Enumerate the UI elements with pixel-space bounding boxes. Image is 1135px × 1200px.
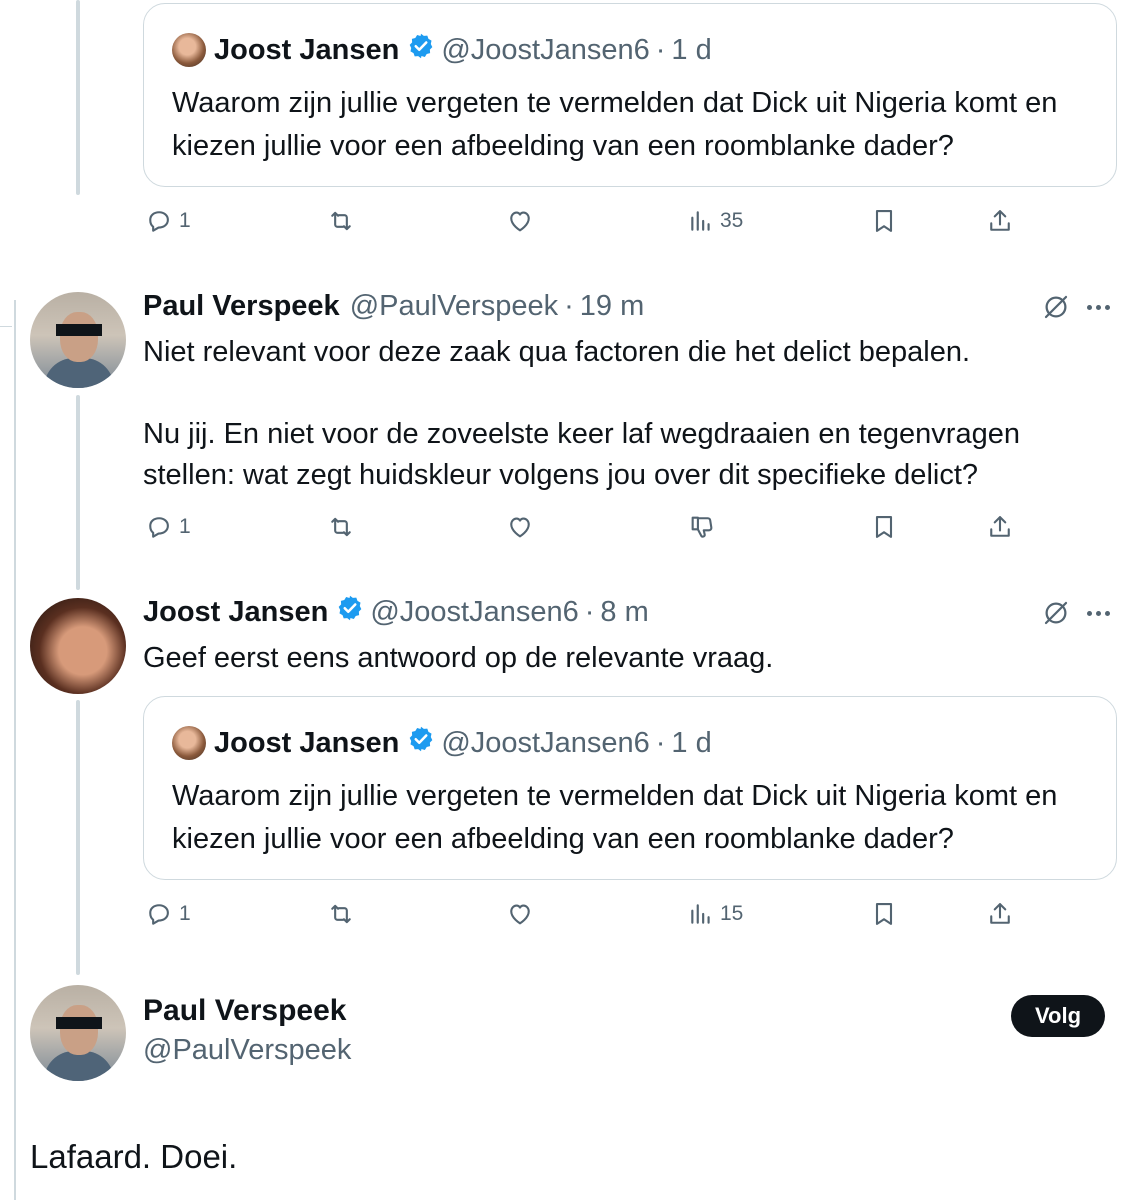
views-count: 35 (720, 209, 744, 232)
avatar[interactable] (30, 292, 126, 388)
tweet-text: Lafaard. Doei. (30, 1138, 238, 1175)
author-name[interactable]: Paul Verspeek (143, 290, 340, 323)
thread-connector (76, 700, 80, 975)
share-icon (990, 903, 1010, 924)
separator: · (584, 595, 595, 628)
quoted-tweet[interactable]: Joost Jansen @JoostJansen6 · 1 d Waarom … (143, 3, 1117, 187)
reply-count: 1 (179, 515, 191, 538)
reply-button[interactable]: 1 (145, 201, 191, 241)
reply-count: 1 (179, 902, 191, 925)
separator: · (655, 726, 666, 759)
bookmark-button[interactable] (870, 201, 898, 241)
author-name[interactable]: Paul Verspeek (143, 994, 346, 1028)
share-button[interactable] (986, 507, 1014, 547)
reply-button[interactable]: 1 (145, 894, 191, 934)
views-icon (691, 904, 710, 924)
verified-badge-icon (336, 594, 364, 630)
bookmark-icon (875, 516, 893, 538)
grok-icon[interactable] (1041, 598, 1071, 628)
author-handle[interactable]: @JoostJansen6 (441, 34, 649, 67)
tweet-actions: 1 (143, 507, 1023, 547)
dislike-icon (691, 516, 713, 538)
like-icon (510, 904, 530, 925)
tweet-header: Joost Jansen @JoostJansen6 · 8 m (143, 591, 649, 633)
verified-badge-icon (407, 32, 435, 68)
quoted-tweet[interactable]: Joost Jansen @JoostJansen6 · 1 d Waarom … (143, 696, 1117, 880)
views-button[interactable]: 15 (688, 894, 743, 934)
views-count: 15 (720, 902, 744, 925)
like-button[interactable] (505, 507, 535, 547)
more-icon[interactable] (1087, 297, 1119, 317)
share-icon (990, 210, 1010, 231)
divider (0, 326, 12, 327)
quoted-tweet-header: Joost Jansen @JoostJansen6 · 1 d (172, 30, 712, 70)
retweet-icon (331, 211, 351, 231)
like-button[interactable] (505, 894, 535, 934)
quoted-tweet-text: Waarom zijn jullie vergeten te vermelden… (172, 780, 1058, 855)
tweet-text: Nu jij. En niet voor de zoveelste keer l… (143, 418, 1020, 491)
tweet-actions: 1 15 (143, 894, 1023, 934)
retweet-button[interactable] (326, 201, 356, 241)
avatar[interactable] (172, 33, 206, 67)
author-handle[interactable]: @PaulVerspeek (143, 1034, 351, 1067)
quoted-tweet-text: Waarom zijn jullie vergeten te vermelden… (172, 87, 1058, 162)
reply-icon (149, 904, 169, 925)
views-icon (691, 211, 710, 231)
author-handle[interactable]: @JoostJansen6 (370, 596, 578, 629)
retweet-button[interactable] (326, 894, 356, 934)
like-icon (510, 211, 530, 232)
retweet-icon (331, 517, 351, 537)
avatar[interactable] (30, 598, 126, 694)
like-icon (510, 517, 530, 538)
timestamp[interactable]: 1 d (671, 34, 711, 67)
reply-count: 1 (179, 209, 191, 232)
retweet-button[interactable] (326, 507, 356, 547)
author-handle[interactable]: @PaulVerspeek (350, 290, 558, 323)
author-name[interactable]: Joost Jansen (214, 34, 399, 67)
follow-button[interactable]: Volg (1011, 995, 1105, 1037)
thread-connector (76, 395, 80, 590)
author-name[interactable]: Joost Jansen (214, 727, 399, 760)
avatar[interactable] (172, 726, 206, 760)
timestamp[interactable]: 19 m (580, 290, 644, 323)
views-button[interactable]: 35 (688, 201, 743, 241)
bookmark-button[interactable] (870, 507, 898, 547)
verified-badge-icon (407, 725, 435, 761)
thread-connector (76, 0, 80, 195)
separator: · (655, 33, 666, 66)
tweet-header: Paul Verspeek @PaulVerspeek · 19 m (143, 285, 644, 327)
tweet-actions: 1 35 (143, 201, 1023, 241)
timestamp[interactable]: 1 d (671, 727, 711, 760)
author-handle[interactable]: @JoostJansen6 (441, 727, 649, 760)
share-button[interactable] (986, 894, 1014, 934)
separator: · (564, 289, 574, 322)
bookmark-icon (875, 903, 893, 925)
reply-icon (149, 211, 169, 232)
bookmark-button[interactable] (870, 894, 898, 934)
reply-button[interactable]: 1 (145, 507, 191, 547)
author-name[interactable]: Joost Jansen (143, 596, 328, 629)
like-button[interactable] (505, 201, 535, 241)
thread-left-line (14, 300, 16, 1200)
timestamp[interactable]: 8 m (600, 596, 648, 629)
share-icon (990, 516, 1010, 537)
avatar[interactable] (30, 985, 126, 1081)
bookmark-icon (875, 210, 893, 232)
tweet-text: Geef eerst eens antwoord op de relevante… (143, 642, 774, 674)
reply-icon (149, 517, 169, 538)
tweet-text: Niet relevant voor deze zaak qua factore… (143, 336, 971, 368)
grok-icon[interactable] (1041, 292, 1071, 322)
retweet-icon (331, 904, 351, 924)
dislike-button[interactable] (688, 507, 716, 547)
quoted-tweet-header: Joost Jansen @JoostJansen6 · 1 d (172, 723, 712, 763)
share-button[interactable] (986, 201, 1014, 241)
more-icon[interactable] (1087, 603, 1119, 623)
